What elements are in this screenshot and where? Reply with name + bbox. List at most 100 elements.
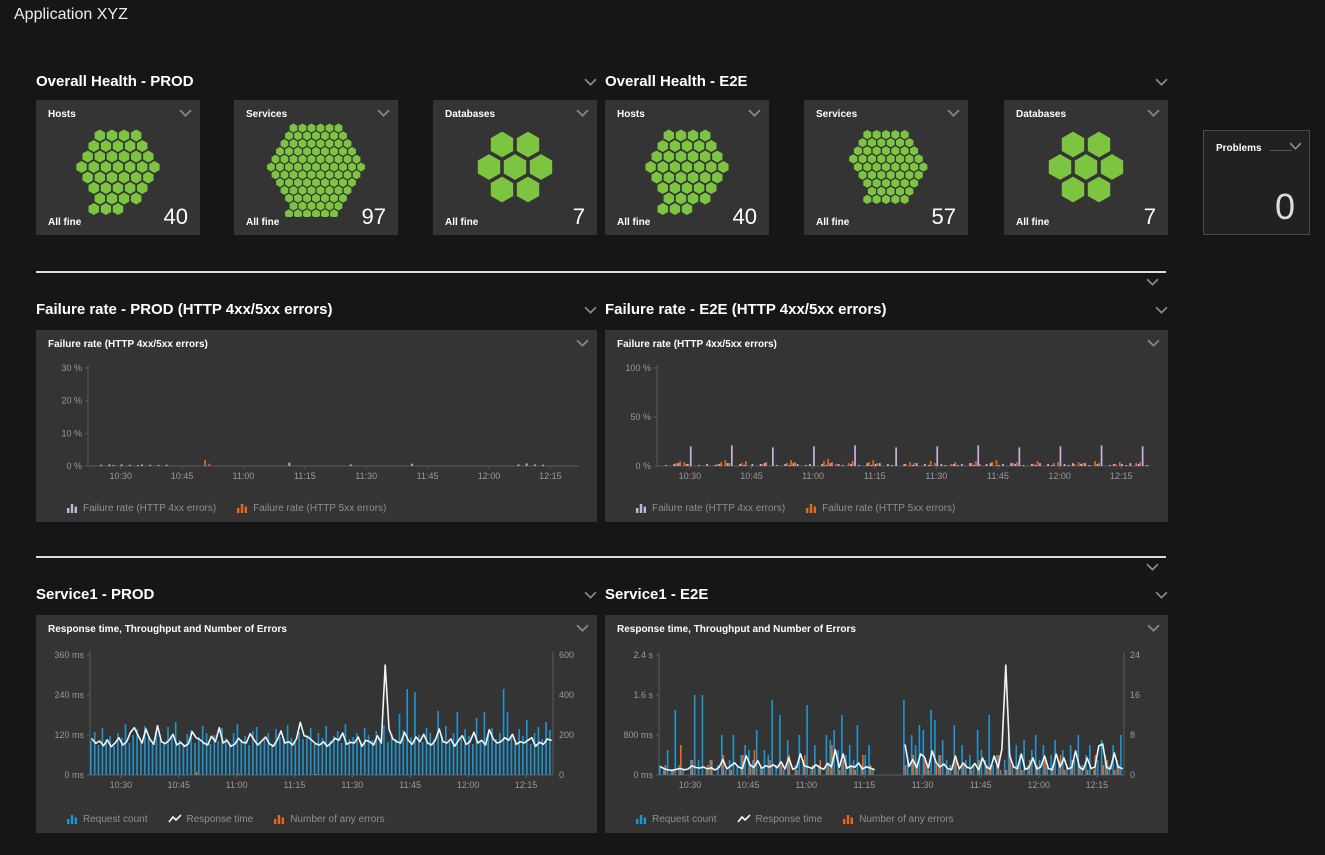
chevron-down-icon[interactable] bbox=[584, 78, 597, 86]
chevron-down-icon[interactable] bbox=[1155, 78, 1168, 86]
legend-item[interactable]: Request count bbox=[635, 813, 717, 825]
section-header-service-e2e: Service1 - E2E bbox=[605, 586, 1168, 606]
chevron-down-icon[interactable] bbox=[576, 624, 589, 632]
honeycomb-chart[interactable] bbox=[804, 117, 968, 217]
svg-text:11:30: 11:30 bbox=[925, 471, 947, 481]
section-header-failure-prod: Failure rate - PROD (HTTP 4xx/5xx errors… bbox=[36, 301, 597, 321]
chart-title: Failure rate (HTTP 4xx/5xx errors) bbox=[48, 339, 208, 350]
svg-text:10 %: 10 % bbox=[61, 428, 82, 438]
count-value: 97 bbox=[362, 206, 386, 228]
svg-text:11:15: 11:15 bbox=[294, 471, 316, 481]
section-divider bbox=[36, 556, 1166, 558]
svg-text:12:15: 12:15 bbox=[1110, 471, 1133, 481]
chevron-down-icon[interactable] bbox=[1155, 591, 1168, 599]
svg-text:11:45: 11:45 bbox=[399, 780, 421, 790]
honeycomb-chart[interactable] bbox=[234, 117, 398, 217]
svg-text:11:00: 11:00 bbox=[226, 780, 248, 790]
page-title: Application XYZ bbox=[14, 6, 128, 24]
service1-e2e-chart[interactable]: 2.4 s1.6 s800 ms0 ms24168010:3010:4511:0… bbox=[613, 643, 1160, 795]
chevron-down-icon[interactable] bbox=[1146, 563, 1159, 571]
chevron-down-icon[interactable] bbox=[1289, 142, 1302, 150]
legend-item[interactable]: Response time bbox=[737, 813, 823, 825]
honeycomb-chart[interactable] bbox=[433, 117, 597, 217]
chevron-down-icon[interactable] bbox=[947, 109, 960, 117]
chevron-down-icon[interactable] bbox=[748, 109, 761, 117]
honeycomb-chart[interactable] bbox=[36, 117, 200, 217]
svg-text:11:30: 11:30 bbox=[355, 471, 377, 481]
svg-text:11:30: 11:30 bbox=[912, 780, 934, 790]
svg-text:12:00: 12:00 bbox=[1048, 471, 1071, 481]
svg-text:11:30: 11:30 bbox=[341, 780, 363, 790]
legend-item[interactable]: Request count bbox=[66, 813, 148, 825]
status-text: All fine bbox=[246, 217, 279, 228]
bar-series-icon bbox=[842, 813, 854, 825]
legend-item[interactable]: Failure rate (HTTP 4xx errors) bbox=[635, 502, 785, 514]
health-tile-databases-e2e[interactable]: DatabasesAll fine7 bbox=[1004, 100, 1168, 235]
status-text: All fine bbox=[48, 217, 81, 228]
failure-rate-prod-tile[interactable]: Failure rate (HTTP 4xx/5xx errors) 30 %2… bbox=[36, 330, 597, 522]
chevron-down-icon[interactable] bbox=[1147, 339, 1160, 347]
section-header-health-e2e: Overall Health - E2E bbox=[605, 73, 1168, 93]
legend-label: Failure rate (HTTP 5xx errors) bbox=[253, 503, 386, 514]
line-series-icon bbox=[737, 813, 751, 825]
svg-text:11:00: 11:00 bbox=[802, 471, 824, 481]
health-tile-hosts-e2e[interactable]: HostsAll fine40 bbox=[605, 100, 769, 235]
svg-text:800 ms: 800 ms bbox=[623, 730, 653, 740]
health-tile-databases-prod[interactable]: DatabasesAll fine7 bbox=[433, 100, 597, 235]
chevron-down-icon[interactable] bbox=[377, 109, 390, 117]
svg-text:11:15: 11:15 bbox=[864, 471, 886, 481]
legend-item[interactable]: Failure rate (HTTP 5xx errors) bbox=[236, 502, 386, 514]
bar-series-icon bbox=[236, 502, 248, 514]
svg-text:2.4 s: 2.4 s bbox=[633, 650, 653, 660]
health-tile-services-e2e[interactable]: ServicesAll fine57 bbox=[804, 100, 968, 235]
honeycomb-chart[interactable] bbox=[1004, 117, 1168, 217]
chart-title: Response time, Throughput and Number of … bbox=[617, 624, 856, 635]
count-value: 7 bbox=[1144, 206, 1156, 228]
legend-label: Number of any errors bbox=[290, 814, 384, 825]
chevron-down-icon[interactable] bbox=[1147, 109, 1160, 117]
legend-item[interactable]: Failure rate (HTTP 5xx errors) bbox=[805, 502, 955, 514]
status-text: All fine bbox=[816, 217, 849, 228]
chevron-down-icon[interactable] bbox=[1146, 278, 1159, 286]
section-divider bbox=[36, 271, 1166, 273]
chevron-down-icon[interactable] bbox=[1147, 624, 1160, 632]
chevron-down-icon[interactable] bbox=[584, 306, 597, 314]
service1-prod-tile[interactable]: Response time, Throughput and Number of … bbox=[36, 615, 597, 833]
section-header-service-prod: Service1 - PROD bbox=[36, 586, 597, 606]
svg-text:11:15: 11:15 bbox=[853, 780, 875, 790]
chevron-down-icon[interactable] bbox=[1155, 306, 1168, 314]
problems-tile[interactable]: Problems 0 bbox=[1203, 130, 1310, 235]
failure-rate-prod-chart[interactable]: 30 %20 %10 %0 %10:3010:4511:0011:1511:30… bbox=[44, 358, 589, 486]
svg-text:16: 16 bbox=[1130, 690, 1140, 700]
chevron-down-icon[interactable] bbox=[576, 109, 589, 117]
failure-rate-e2e-tile[interactable]: Failure rate (HTTP 4xx/5xx errors) 100 %… bbox=[605, 330, 1168, 522]
honeycomb-chart[interactable] bbox=[605, 117, 769, 217]
svg-text:24: 24 bbox=[1130, 650, 1140, 660]
legend-label: Failure rate (HTTP 4xx errors) bbox=[83, 503, 216, 514]
service1-e2e-tile[interactable]: Response time, Throughput and Number of … bbox=[605, 615, 1168, 833]
health-tile-hosts-prod[interactable]: HostsAll fine40 bbox=[36, 100, 200, 235]
svg-text:0 ms: 0 ms bbox=[64, 770, 84, 780]
service1-prod-chart[interactable]: 360 ms240 ms120 ms0 ms600400200010:3010:… bbox=[44, 643, 589, 795]
legend-item[interactable]: Number of any errors bbox=[273, 813, 384, 825]
svg-text:0 %: 0 % bbox=[66, 461, 82, 471]
svg-text:10:45: 10:45 bbox=[171, 471, 194, 481]
failure-rate-e2e-chart[interactable]: 100 %50 %0 %10:3010:4511:0011:1511:3011:… bbox=[613, 358, 1160, 486]
legend-item[interactable]: Number of any errors bbox=[842, 813, 953, 825]
chevron-down-icon[interactable] bbox=[576, 339, 589, 347]
svg-text:10:30: 10:30 bbox=[109, 471, 132, 481]
bar-series-icon bbox=[273, 813, 285, 825]
svg-text:20 %: 20 % bbox=[61, 396, 82, 406]
svg-text:12:15: 12:15 bbox=[539, 471, 562, 481]
dashboard: { "page": { "title": "Application XYZ" }… bbox=[0, 0, 1325, 855]
chevron-down-icon[interactable] bbox=[584, 591, 597, 599]
health-tile-services-prod[interactable]: ServicesAll fine97 bbox=[234, 100, 398, 235]
legend-item[interactable]: Failure rate (HTTP 4xx errors) bbox=[66, 502, 216, 514]
chevron-down-icon[interactable] bbox=[179, 109, 192, 117]
svg-text:12:00: 12:00 bbox=[457, 780, 480, 790]
legend-item[interactable]: Response time bbox=[168, 813, 254, 825]
svg-text:11:45: 11:45 bbox=[417, 471, 439, 481]
svg-text:10:30: 10:30 bbox=[679, 780, 702, 790]
legend-label: Number of any errors bbox=[859, 814, 953, 825]
status-text: All fine bbox=[445, 217, 478, 228]
